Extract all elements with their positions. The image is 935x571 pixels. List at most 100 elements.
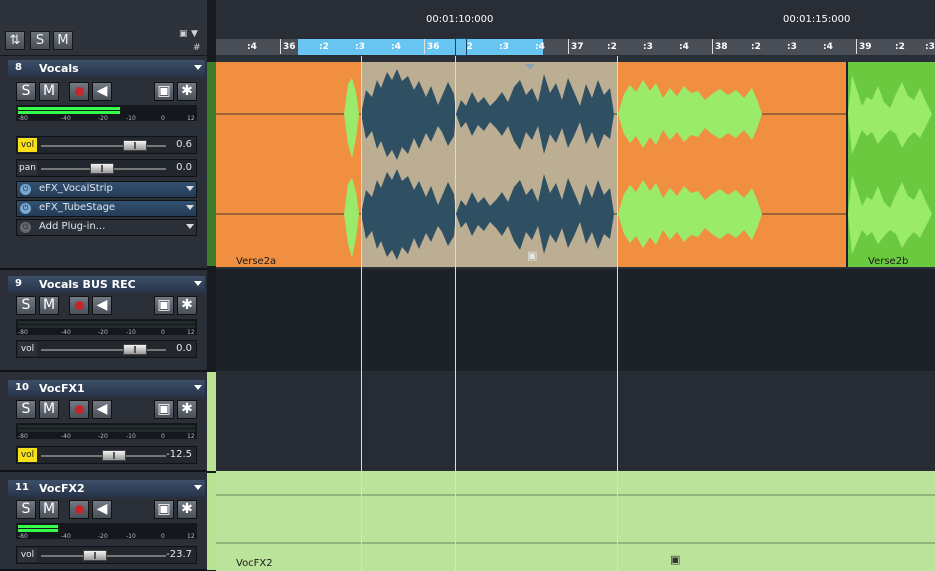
gear-icon: ✱ — [181, 401, 193, 417]
solo-button[interactable]: S — [16, 296, 36, 315]
audio-waveform — [848, 75, 932, 254]
mute-button[interactable]: M — [39, 500, 59, 519]
arrangement-view[interactable]: Verse2a ▣ Verse2b VocFX2 ▣ — [216, 56, 935, 571]
track-header[interactable]: 8 Vocals — [8, 60, 205, 77]
meter-bar-left — [18, 107, 120, 110]
plugin-name: eFX_VocalStrip — [39, 183, 113, 194]
track-toolbar: ⇅ S M ▣ ▼ # — [0, 0, 207, 56]
record-arm-button[interactable] — [69, 296, 89, 315]
volume-label: vol — [18, 448, 37, 462]
lock-icon[interactable]: ▣ — [179, 29, 188, 39]
plugin-slot-2[interactable]: ⏻ eFX_TubeStage — [16, 200, 197, 217]
chevron-down-icon[interactable] — [186, 186, 194, 191]
track-number: 10 — [15, 382, 29, 393]
effects-button[interactable]: ✱ — [177, 296, 197, 315]
selection-end-line — [617, 56, 618, 571]
level-meter: -80 -40 -20 -10 0 12 — [16, 523, 197, 540]
record-arm-button[interactable] — [69, 82, 89, 101]
meter-bar-right — [18, 111, 120, 114]
mute-all-button[interactable]: M — [53, 31, 73, 50]
volume-slider[interactable]: vol 0.0 — [16, 340, 197, 358]
lock-button[interactable]: ▣ — [154, 82, 174, 101]
volume-slider[interactable]: vol -12.5 — [16, 446, 197, 464]
track-menu-chevron-down-icon[interactable] — [194, 281, 202, 286]
record-arm-button[interactable] — [69, 400, 89, 419]
meter-bar-right — [18, 325, 195, 328]
power-icon[interactable]: ⏻ — [20, 184, 31, 195]
meter-bar-left — [18, 525, 58, 528]
fade-handle-icon[interactable] — [525, 64, 535, 70]
effects-button[interactable]: ✱ — [177, 400, 197, 419]
time-label: 00:01:10:000 — [426, 14, 494, 25]
grid-icon[interactable]: # — [193, 43, 201, 53]
add-plugin-slot[interactable]: ⏻ Add Plug-in... — [16, 219, 197, 236]
lane-vocfx2[interactable]: VocFX2 ▣ — [216, 471, 935, 571]
solo-button[interactable]: S — [16, 500, 36, 519]
monitor-button[interactable]: ◀ — [92, 400, 112, 419]
solo-button[interactable]: S — [16, 400, 36, 419]
solo-button[interactable]: S — [16, 82, 36, 101]
lane-vocals[interactable]: Verse2a ▣ Verse2b — [216, 62, 935, 267]
lock-icon[interactable]: ▣ — [527, 249, 539, 262]
volume-value: -23.7 — [166, 549, 192, 560]
track-color-vocals — [207, 62, 216, 266]
track-name: VocFX1 — [39, 382, 85, 395]
pan-value: 0.0 — [176, 162, 192, 173]
power-icon[interactable]: ⏻ — [20, 222, 31, 233]
bar-ruler[interactable]: :4 36 :2 :3 :4 36 :2 :3 :4 37 :2 :3 :4 3… — [216, 39, 935, 55]
monitor-button[interactable]: ◀ — [92, 82, 112, 101]
clip-name: Verse2b — [868, 256, 909, 267]
volume-slider[interactable]: vol 0.6 — [16, 136, 197, 154]
chevron-down-icon[interactable] — [186, 205, 194, 210]
playhead-marker[interactable] — [455, 38, 467, 56]
clip-verse2b[interactable]: Verse2b — [848, 62, 935, 267]
audio-waveform — [216, 69, 846, 260]
lock-button[interactable]: ▣ — [154, 500, 174, 519]
timeline-ruler[interactable]: 00:01:10:000 00:01:15:000 :4 36 :2 :3 :4… — [216, 0, 935, 56]
monitor-button[interactable]: ◀ — [92, 500, 112, 519]
volume-value: 0.0 — [176, 343, 192, 354]
mixer-toggle-button[interactable]: ⇅ — [5, 31, 25, 50]
mute-button[interactable]: M — [39, 400, 59, 419]
lock-button[interactable]: ▣ — [154, 400, 174, 419]
volume-knob[interactable] — [123, 140, 147, 151]
volume-track — [41, 349, 166, 351]
mute-button[interactable]: M — [39, 82, 59, 101]
pan-slider[interactable]: pan 0.0 — [16, 159, 197, 177]
record-arm-button[interactable] — [69, 500, 89, 519]
meter-bar-left — [18, 321, 195, 324]
track-header[interactable]: 10 VocFX1 — [8, 380, 205, 397]
volume-knob[interactable] — [83, 550, 107, 561]
playhead-line — [455, 56, 456, 571]
clip-verse2a[interactable]: Verse2a ▣ — [216, 62, 846, 267]
volume-slider[interactable]: vol -23.7 — [16, 546, 197, 564]
chevron-down-icon[interactable] — [186, 224, 194, 229]
filter-icon[interactable]: ▼ — [191, 29, 198, 39]
volume-label: vol — [18, 548, 37, 562]
track-menu-chevron-down-icon[interactable] — [194, 385, 202, 390]
gear-icon: ✱ — [181, 83, 193, 99]
lock-button[interactable]: ▣ — [154, 296, 174, 315]
mute-button[interactable]: M — [39, 296, 59, 315]
lane-vocals-bus-rec[interactable] — [216, 269, 935, 371]
lane-vocfx1[interactable] — [216, 372, 935, 470]
pan-knob[interactable] — [90, 163, 114, 174]
track-menu-chevron-down-icon[interactable] — [194, 65, 202, 70]
track-header[interactable]: 9 Vocals BUS REC — [8, 276, 205, 293]
track-header[interactable]: 11 VocFX2 — [8, 480, 205, 497]
power-icon[interactable]: ⏻ — [20, 203, 31, 214]
lock-icon[interactable]: ▣ — [670, 553, 682, 566]
monitor-button[interactable]: ◀ — [92, 296, 112, 315]
track-name: Vocals — [39, 62, 79, 75]
level-meter: -80 -40 -20 -10 0 12 — [16, 319, 197, 336]
solo-all-button[interactable]: S — [30, 31, 50, 50]
volume-knob[interactable] — [123, 344, 147, 355]
lock-icon: ▣ — [157, 297, 171, 313]
volume-knob[interactable] — [102, 450, 126, 461]
effects-button[interactable]: ✱ — [177, 82, 197, 101]
track-menu-chevron-down-icon[interactable] — [194, 485, 202, 490]
effects-button[interactable]: ✱ — [177, 500, 197, 519]
track-name: Vocals BUS REC — [39, 278, 136, 291]
plugin-slot-1[interactable]: ⏻ eFX_VocalStrip — [16, 181, 197, 198]
lock-icon: ▣ — [157, 401, 171, 417]
